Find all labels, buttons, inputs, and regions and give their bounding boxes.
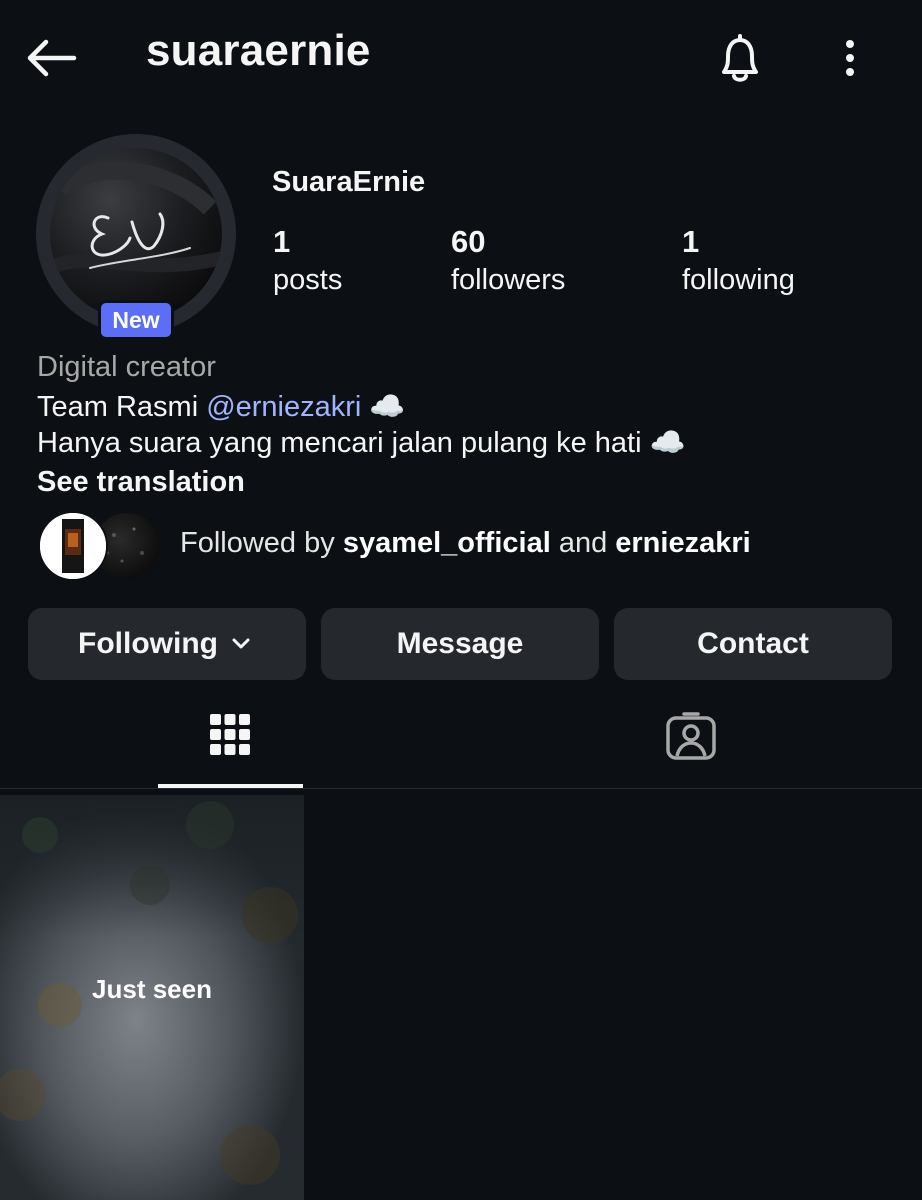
notifications-button[interactable]	[710, 30, 770, 88]
bio-suffix: ☁️	[361, 391, 406, 423]
following-button-label: Following	[78, 627, 218, 660]
followed-by-prefix: Followed by	[180, 527, 343, 559]
bell-icon	[722, 34, 758, 82]
tagged-person-icon	[666, 712, 716, 760]
contact-button[interactable]: Contact	[614, 608, 892, 680]
avatar[interactable]	[50, 148, 222, 320]
following-button[interactable]: Following	[28, 608, 306, 680]
following-count: 1	[682, 224, 700, 259]
bio-mention-link[interactable]: @erniezakri	[206, 391, 361, 423]
chevron-down-icon	[232, 638, 250, 649]
posts-label: posts	[273, 264, 343, 296]
stat-following[interactable]: 1 following	[682, 224, 795, 300]
back-arrow-icon	[27, 39, 77, 77]
bio-line-1: Team Rasmi @erniezakri ☁️	[37, 390, 406, 424]
follower-avatar-1-image	[40, 513, 106, 579]
tab-posts-grid[interactable]	[208, 710, 252, 760]
profile-username: suaraernie	[146, 26, 371, 75]
see-translation-link[interactable]: See translation	[37, 466, 245, 499]
avatar-logo-image	[50, 161, 222, 275]
followed-by-user-1: syamel_official	[342, 527, 551, 559]
stat-followers[interactable]: 60 followers	[451, 224, 565, 300]
message-button[interactable]: Message	[321, 608, 599, 680]
more-vertical-icon	[846, 40, 854, 76]
tab-tagged[interactable]	[664, 710, 718, 762]
post-overlay-text: Just seen	[92, 974, 212, 1004]
followers-count: 60	[451, 224, 486, 259]
back-button[interactable]	[22, 30, 82, 86]
grid-icon	[210, 714, 250, 755]
bio-prefix: Team Rasmi	[37, 391, 207, 423]
followed-by-text[interactable]: Followed by syamel_official and erniezak…	[180, 527, 751, 560]
stat-posts[interactable]: 1 posts	[273, 224, 342, 300]
profile-category: Digital creator	[37, 351, 216, 383]
tabs-divider	[0, 788, 922, 789]
following-label: following	[682, 264, 795, 296]
more-options-button[interactable]	[830, 34, 870, 84]
new-badge: New	[98, 300, 174, 340]
display-name: SuaraErnie	[272, 166, 426, 198]
posts-count: 1	[273, 224, 291, 259]
followed-by-and: and	[550, 527, 616, 559]
followed-by-user-2: erniezakri	[615, 527, 751, 559]
followers-label: followers	[451, 264, 566, 296]
bio-line-2: Hanya suara yang mencari jalan pulang ke…	[37, 427, 686, 459]
follower-avatar-1[interactable]	[38, 511, 108, 581]
